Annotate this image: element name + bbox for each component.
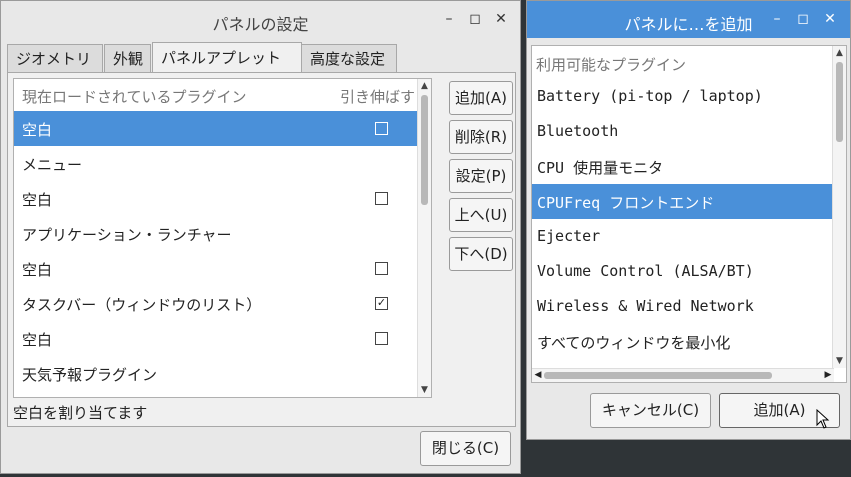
list-item[interactable]: 空白 (14, 251, 431, 286)
list-item[interactable]: メニュー (14, 146, 431, 181)
list-item[interactable]: 空白 (14, 181, 431, 216)
close-button[interactable]: 閉じる(C) (420, 431, 511, 466)
list-item[interactable]: すべてのウィンドウを最小化 (532, 324, 846, 359)
mouse-cursor-icon (816, 409, 830, 429)
scroll-down-icon[interactable]: ▼ (418, 383, 431, 397)
list-item[interactable]: 空白 (14, 321, 431, 356)
list-item[interactable]: Wireless & Wired Network (532, 289, 846, 324)
close-icon[interactable]: ✕ (820, 9, 840, 29)
stretch-checkbox[interactable] (375, 262, 388, 275)
scroll-thumb[interactable] (421, 95, 428, 205)
column-header-available[interactable]: 利用可能なプラグイン (536, 54, 686, 75)
loaded-plugins-list[interactable]: 現在ロードされているプラグイン 引き伸ばす 空白 メニュー 空白 アプリケーショ… (13, 78, 432, 398)
tab-panel-applets[interactable]: パネルアプレット (152, 42, 302, 74)
status-text: 空白を割り当てます (13, 404, 148, 422)
horizontal-scrollbar[interactable]: ◀ ▶ (532, 368, 834, 382)
list-item[interactable]: アプリケーション・ランチャー (14, 216, 431, 251)
scroll-right-icon[interactable]: ▶ (822, 369, 834, 382)
scroll-thumb-horizontal[interactable] (544, 372, 772, 379)
list-item[interactable]: 空白 (14, 111, 431, 146)
stretch-checkbox[interactable] (375, 192, 388, 205)
list-item[interactable]: Volume Control (ALSA/BT) (532, 254, 846, 289)
stretch-checkbox-checked[interactable]: ✓ (375, 297, 388, 310)
list-item[interactable]: CPU 使用量モニタ (532, 149, 846, 184)
titlebar[interactable]: パネルの設定 – ◻ ✕ (1, 1, 520, 39)
maximize-icon[interactable]: ◻ (793, 9, 813, 29)
minimize-icon[interactable]: – (767, 9, 787, 29)
available-plugins-list[interactable]: 利用可能なプラグイン Battery (pi-top / laptop) Blu… (531, 45, 847, 383)
stretch-checkbox[interactable] (375, 332, 388, 345)
tab-appearance[interactable]: 外観 (104, 44, 151, 72)
add-button[interactable]: 追加(A) (449, 81, 513, 115)
column-header-plugins[interactable]: 現在ロードされているプラグイン (22, 86, 247, 107)
list-item[interactable]: Ejecter (532, 219, 846, 254)
titlebar[interactable]: パネルに…を追加 – ◻ ✕ (527, 1, 850, 38)
maximize-icon[interactable]: ◻ (465, 9, 485, 29)
scroll-up-icon[interactable]: ▲ (418, 79, 431, 93)
remove-button[interactable]: 削除(R) (449, 120, 513, 154)
move-down-button[interactable]: 下へ(D) (449, 237, 513, 271)
minimize-icon[interactable]: – (439, 9, 459, 29)
settings-button[interactable]: 設定(P) (449, 159, 513, 193)
cancel-button[interactable]: キャンセル(C) (590, 393, 711, 428)
stretch-checkbox[interactable] (375, 122, 388, 135)
scroll-up-icon[interactable]: ▲ (833, 46, 846, 60)
panel-settings-window: パネルの設定 – ◻ ✕ ジオメトリ 外観 パネルアプレット 高度な設定 現在ロ… (0, 0, 521, 474)
column-header-stretch[interactable]: 引き伸ばす (340, 86, 415, 107)
applets-panel: 現在ロードされているプラグイン 引き伸ばす 空白 メニュー 空白 アプリケーショ… (7, 72, 516, 427)
list-item[interactable]: CPUFreq フロントエンド (532, 184, 846, 219)
list-item[interactable]: Bluetooth (532, 114, 846, 149)
tab-geometry[interactable]: ジオメトリ (7, 44, 103, 72)
move-up-button[interactable]: 上へ(U) (449, 198, 513, 232)
list-item[interactable]: Battery (pi-top / laptop) (532, 79, 846, 114)
add-plugin-window: パネルに…を追加 – ◻ ✕ 利用可能なプラグイン Battery (pi-to… (526, 0, 851, 440)
list-header: 現在ロードされているプラグイン 引き伸ばす (14, 79, 431, 111)
list-header: 利用可能なプラグイン (532, 46, 846, 79)
vertical-scrollbar[interactable]: ▲ ▼ (417, 79, 431, 397)
scroll-thumb[interactable] (836, 62, 843, 142)
list-item[interactable]: タスクバー（ウィンドウのリスト） ✓ (14, 286, 431, 321)
tab-advanced[interactable]: 高度な設定 (301, 44, 397, 72)
list-item[interactable]: 天気予報プラグイン (14, 356, 431, 391)
vertical-scrollbar[interactable]: ▲ ▼ (832, 46, 846, 368)
scroll-left-icon[interactable]: ◀ (532, 369, 544, 382)
close-icon[interactable]: ✕ (491, 9, 511, 29)
scroll-down-icon[interactable]: ▼ (833, 354, 846, 368)
